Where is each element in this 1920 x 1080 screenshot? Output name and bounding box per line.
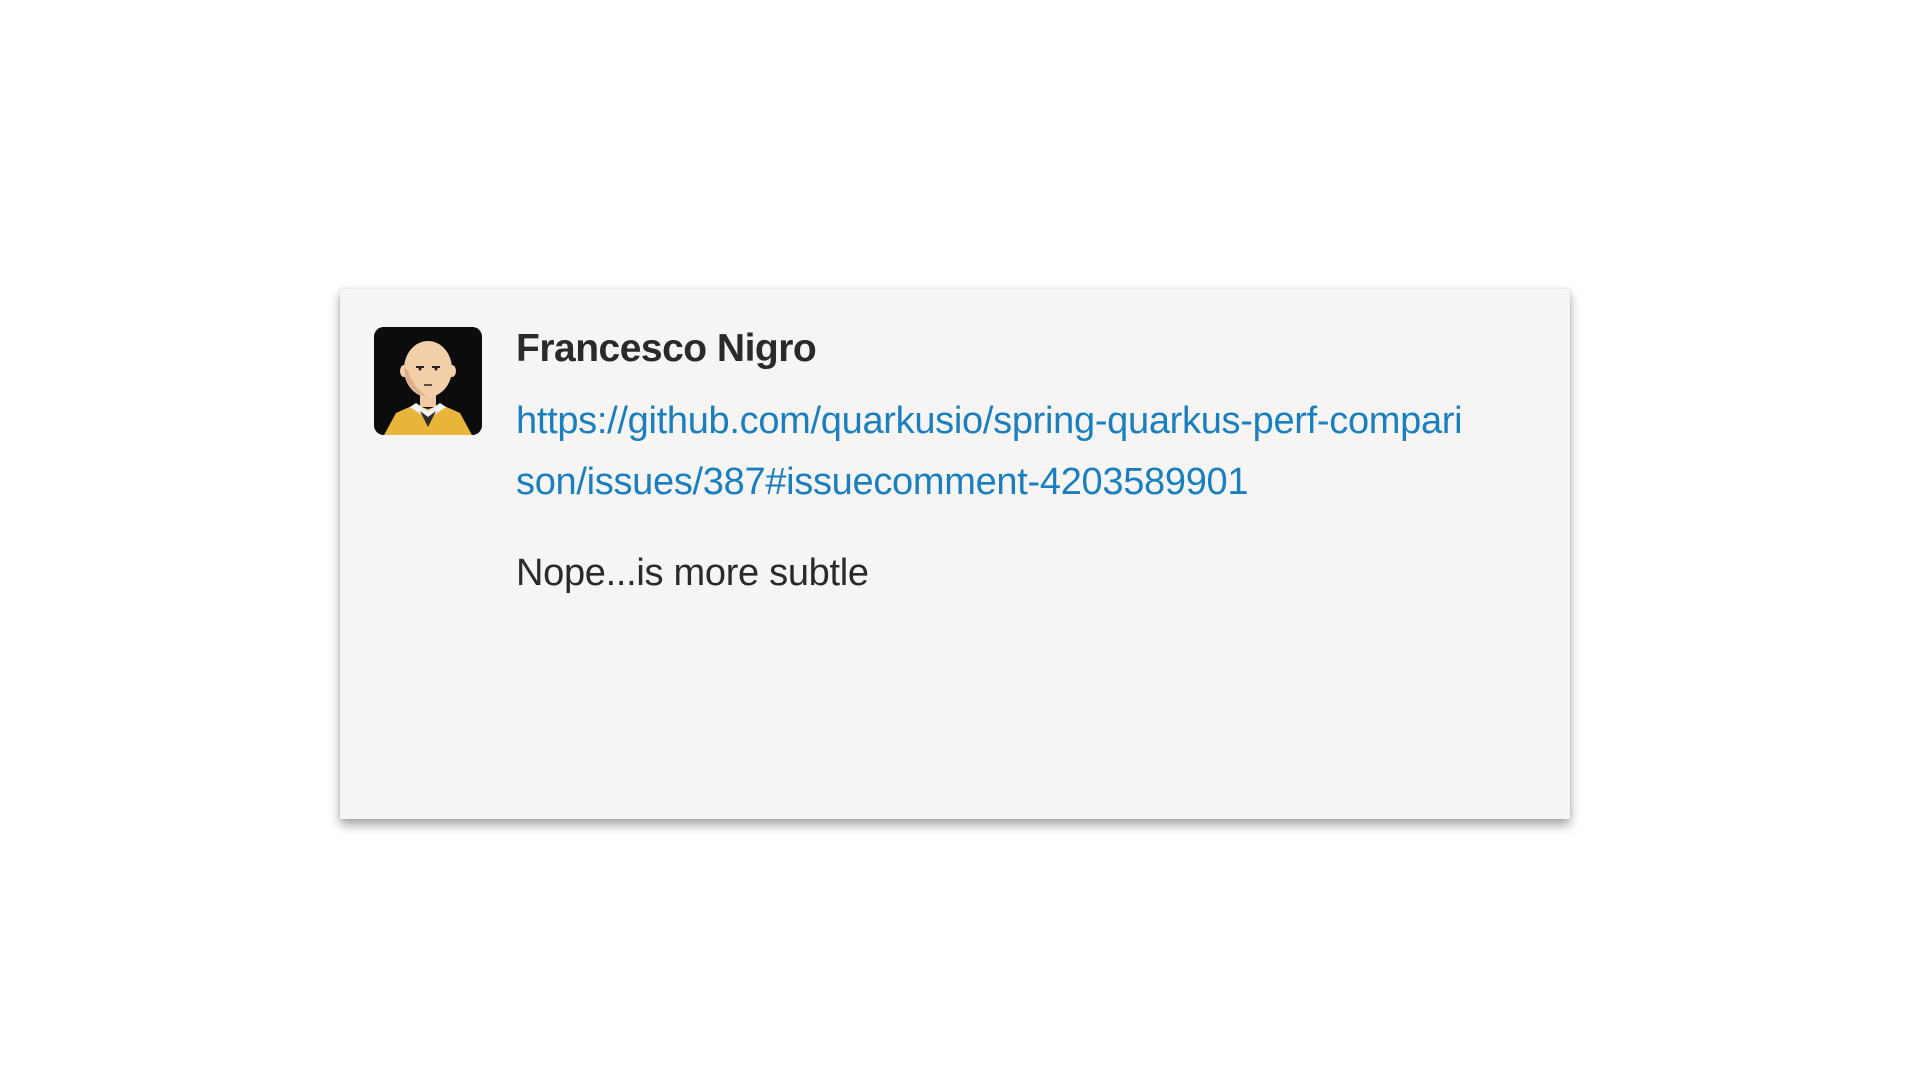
message-content: Francesco Nigro https://github.com/quark… <box>516 323 1510 599</box>
issue-comment-link[interactable]: https://github.com/quarkusio/spring-quar… <box>516 391 1466 513</box>
bald-hero-avatar-icon <box>374 327 482 435</box>
avatar[interactable] <box>374 327 482 435</box>
message-text: Nope...is more subtle <box>516 552 869 594</box>
author-name[interactable]: Francesco Nigro <box>516 323 1510 375</box>
message-card: Francesco Nigro https://github.com/quark… <box>340 289 1570 819</box>
